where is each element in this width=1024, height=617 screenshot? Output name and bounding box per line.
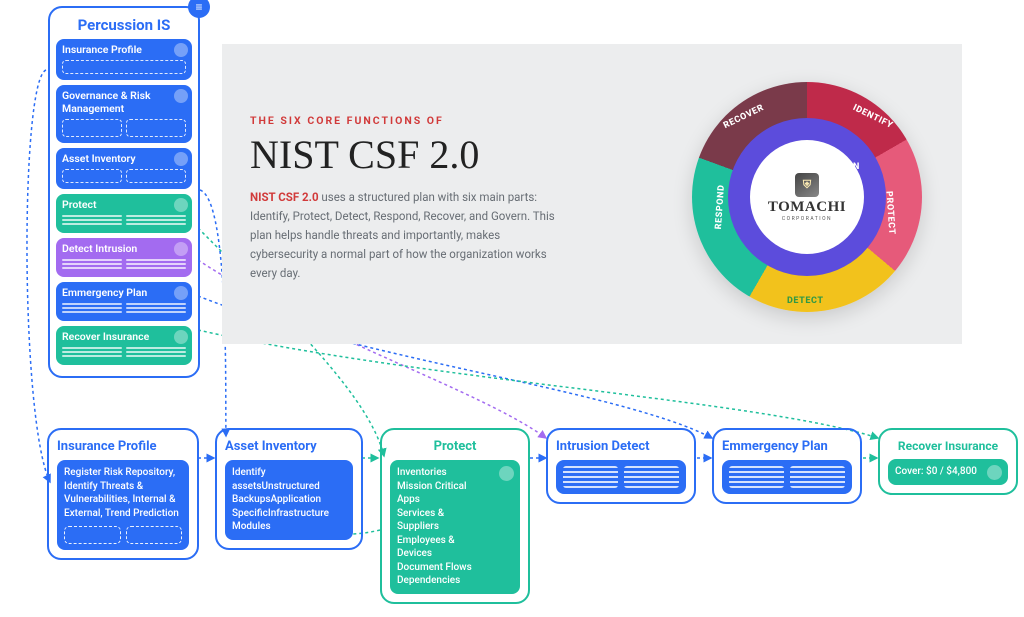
sidebar-item-label: Detect Intrusion: [62, 242, 186, 255]
card-title: Intrusion Detect: [556, 437, 686, 460]
donut-segment-respond: RESPOND: [714, 184, 727, 229]
sidebar-handle-icon[interactable]: ≡: [188, 0, 210, 18]
card-body-text: InventoriesMission CriticalAppsServices …: [397, 467, 472, 586]
card-insurance-profile[interactable]: Insurance Profile Register Risk Reposito…: [47, 428, 199, 560]
card-body: [556, 460, 686, 494]
info-heading: NIST CSF 2.0: [250, 131, 560, 178]
card-intrusion-detect[interactable]: Intrusion Detect: [546, 428, 696, 504]
sidebar-item-label: Asset Inventory: [62, 152, 186, 165]
sidebar-item-asset-inventory[interactable]: Asset Inventory: [56, 148, 192, 189]
card-body: Register Risk Repository, Identify Threa…: [57, 460, 189, 550]
card-title: Asset Inventory: [225, 437, 353, 460]
info-body-lead: NIST CSF 2.0: [250, 190, 319, 204]
sidebar-percussion: ≡ Percussion IS Insurance Profile Govern…: [48, 6, 200, 378]
card-protect[interactable]: Protect InventoriesMission CriticalAppsS…: [380, 428, 530, 604]
sidebar-item-recover-insurance[interactable]: Recover Insurance: [56, 326, 192, 365]
info-panel: THE SIX CORE FUNCTIONS OF NIST CSF 2.0 N…: [222, 44, 962, 344]
info-icon: [987, 465, 1002, 480]
sidebar-item-detect-intrusion[interactable]: Detect Intrusion: [56, 238, 192, 277]
card-title: Insurance Profile: [57, 437, 189, 460]
info-eyebrow: THE SIX CORE FUNCTIONS OF: [250, 114, 560, 127]
card-body: InventoriesMission CriticalAppsServices …: [390, 460, 520, 594]
donut-segment-identify: IDENTIFY: [851, 103, 894, 131]
donut-segment-detect: DETECT: [787, 296, 824, 306]
card-body-text: Cover: $0 / $4,800: [895, 466, 977, 477]
donut-segment-recover: RECOVER: [722, 103, 766, 131]
sidebar-item-protect[interactable]: Protect: [56, 194, 192, 233]
expand-icon[interactable]: [174, 43, 188, 57]
card-emergency-plan[interactable]: Emmergency Plan: [712, 428, 862, 504]
sidebar-item-label: Emmergency Plan: [62, 286, 186, 299]
expand-icon[interactable]: [174, 242, 188, 256]
card-body: [722, 460, 852, 494]
card-title: Emmergency Plan: [722, 437, 852, 460]
card-asset-inventory[interactable]: Asset Inventory Identify assetsUnstructu…: [215, 428, 363, 550]
card-body-text: Identify assetsUnstructured BackupsAppli…: [232, 467, 329, 532]
sidebar-item-label: Insurance Profile: [62, 43, 186, 56]
expand-icon[interactable]: [174, 89, 188, 103]
sidebar-item-label: Protect: [62, 198, 186, 211]
card-body: Identify assetsUnstructured BackupsAppli…: [225, 460, 353, 540]
sidebar-item-insurance-profile[interactable]: Insurance Profile: [56, 39, 192, 80]
info-body: NIST CSF 2.0 uses a structured plan with…: [250, 188, 560, 283]
card-body-text: Register Risk Repository, Identify Threa…: [64, 467, 179, 519]
expand-icon[interactable]: [174, 286, 188, 300]
donut-brand-sub: CORPORATION: [782, 216, 832, 222]
sidebar-item-label: Governance & Risk Management: [62, 89, 186, 115]
sidebar-item-governance[interactable]: Governance & Risk Management: [56, 85, 192, 143]
expand-icon[interactable]: [174, 198, 188, 212]
sidebar-item-label: Recover Insurance: [62, 330, 186, 343]
card-body: Cover: $0 / $4,800: [888, 459, 1008, 485]
shield-icon: ⛨: [803, 178, 811, 192]
donut-brand: TOMACHI: [768, 199, 846, 216]
expand-icon[interactable]: [174, 152, 188, 166]
donut-outer-ring: IDENTIFY PROTECT DETECT RESPOND RECOVER …: [692, 82, 922, 312]
sidebar-item-emergency-plan[interactable]: Emmergency Plan: [56, 282, 192, 321]
donut-center: ⛨ TOMACHI CORPORATION: [750, 140, 864, 254]
expand-icon[interactable]: [174, 330, 188, 344]
info-icon: [499, 466, 514, 481]
card-recover-insurance[interactable]: Recover Insurance Cover: $0 / $4,800: [878, 428, 1018, 495]
card-title: Recover Insurance: [888, 437, 1008, 459]
nist-donut-chart: IDENTIFY PROTECT DETECT RESPOND RECOVER …: [692, 82, 922, 312]
card-title: Protect: [390, 437, 520, 460]
sidebar-title: Percussion IS: [56, 14, 192, 39]
